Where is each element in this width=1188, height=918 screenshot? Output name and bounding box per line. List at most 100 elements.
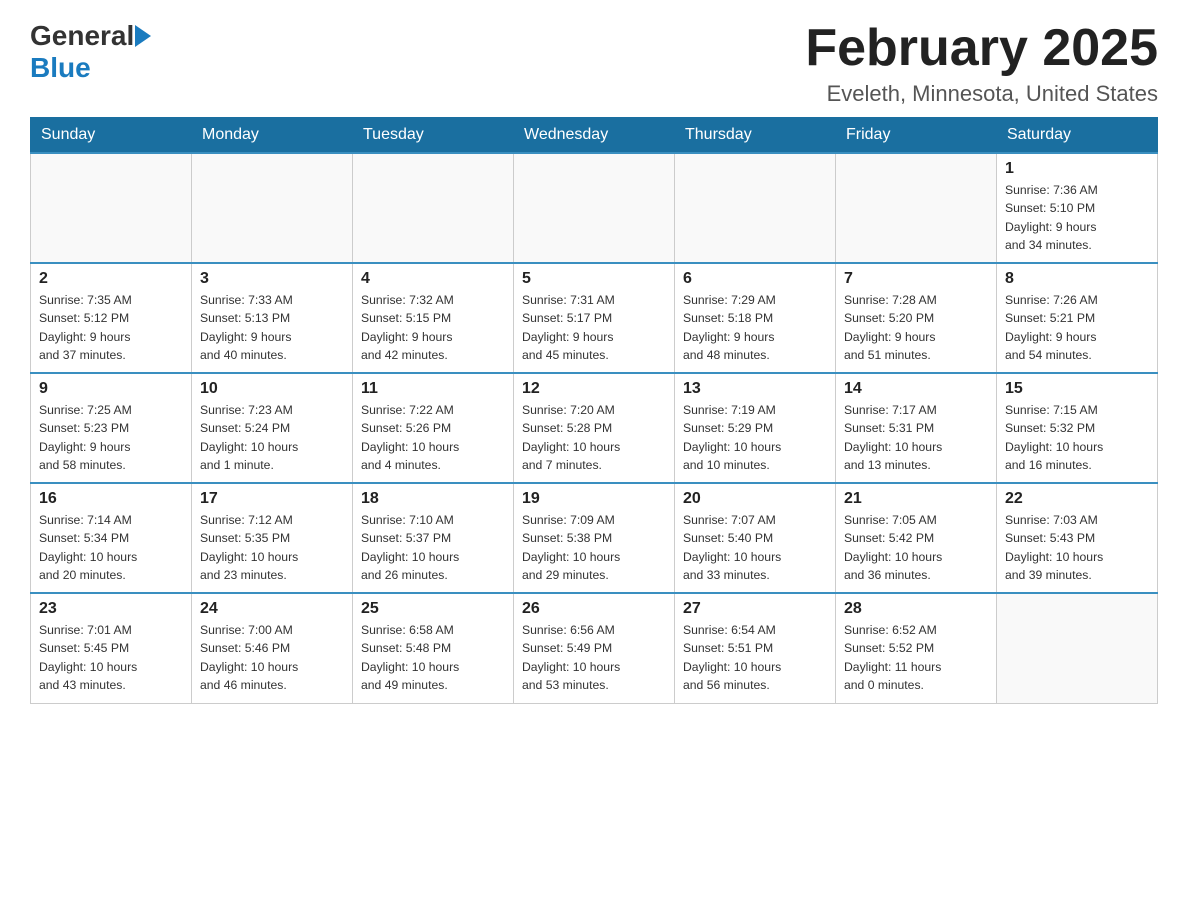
day-number: 12 [522,380,666,398]
day-info: Sunrise: 7:01 AMSunset: 5:45 PMDaylight:… [39,621,183,694]
day-info: Sunrise: 7:07 AMSunset: 5:40 PMDaylight:… [683,511,827,584]
day-info: Sunrise: 7:10 AMSunset: 5:37 PMDaylight:… [361,511,505,584]
day-info: Sunrise: 6:54 AMSunset: 5:51 PMDaylight:… [683,621,827,694]
day-info: Sunrise: 7:35 AMSunset: 5:12 PMDaylight:… [39,291,183,364]
calendar-cell: 15 Sunrise: 7:15 AMSunset: 5:32 PMDayligh… [997,373,1158,483]
calendar-cell: 16 Sunrise: 7:14 AMSunset: 5:34 PMDayligh… [31,483,192,593]
day-number: 24 [200,600,344,618]
weekday-header-monday: Monday [192,118,353,154]
calendar-cell: 28 Sunrise: 6:52 AMSunset: 5:52 PMDayligh… [836,593,997,703]
day-number: 11 [361,380,505,398]
logo-general-text: General [30,20,134,52]
day-info: Sunrise: 7:28 AMSunset: 5:20 PMDaylight:… [844,291,988,364]
day-info: Sunrise: 6:58 AMSunset: 5:48 PMDaylight:… [361,621,505,694]
weekday-header-friday: Friday [836,118,997,154]
calendar-cell [31,153,192,263]
calendar-cell: 14 Sunrise: 7:17 AMSunset: 5:31 PMDayligh… [836,373,997,483]
day-number: 1 [1005,160,1149,178]
logo-blue-text: Blue [30,52,91,83]
calendar-cell [353,153,514,263]
day-number: 16 [39,490,183,508]
day-number: 17 [200,490,344,508]
calendar-cell: 27 Sunrise: 6:54 AMSunset: 5:51 PMDayligh… [675,593,836,703]
day-number: 22 [1005,490,1149,508]
day-info: Sunrise: 7:25 AMSunset: 5:23 PMDaylight:… [39,401,183,474]
calendar-cell: 13 Sunrise: 7:19 AMSunset: 5:29 PMDayligh… [675,373,836,483]
calendar-cell: 2 Sunrise: 7:35 AMSunset: 5:12 PMDaylight… [31,263,192,373]
day-number: 13 [683,380,827,398]
day-info: Sunrise: 7:29 AMSunset: 5:18 PMDaylight:… [683,291,827,364]
day-number: 25 [361,600,505,618]
calendar-cell: 24 Sunrise: 7:00 AMSunset: 5:46 PMDayligh… [192,593,353,703]
day-info: Sunrise: 7:20 AMSunset: 5:28 PMDaylight:… [522,401,666,474]
calendar-cell: 4 Sunrise: 7:32 AMSunset: 5:15 PMDaylight… [353,263,514,373]
calendar-week-row: 16 Sunrise: 7:14 AMSunset: 5:34 PMDayligh… [31,483,1158,593]
day-number: 20 [683,490,827,508]
day-info: Sunrise: 7:15 AMSunset: 5:32 PMDaylight:… [1005,401,1149,474]
day-info: Sunrise: 7:12 AMSunset: 5:35 PMDaylight:… [200,511,344,584]
page-title: February 2025 [805,20,1158,77]
calendar-cell: 19 Sunrise: 7:09 AMSunset: 5:38 PMDayligh… [514,483,675,593]
day-number: 6 [683,270,827,288]
logo-arrow-icon [135,25,151,47]
calendar-cell [192,153,353,263]
day-number: 4 [361,270,505,288]
day-number: 15 [1005,380,1149,398]
weekday-header-row: SundayMondayTuesdayWednesdayThursdayFrid… [31,118,1158,154]
day-info: Sunrise: 7:19 AMSunset: 5:29 PMDaylight:… [683,401,827,474]
day-number: 7 [844,270,988,288]
calendar-cell: 1 Sunrise: 7:36 AMSunset: 5:10 PMDaylight… [997,153,1158,263]
day-info: Sunrise: 7:26 AMSunset: 5:21 PMDaylight:… [1005,291,1149,364]
day-info: Sunrise: 7:22 AMSunset: 5:26 PMDaylight:… [361,401,505,474]
calendar-week-row: 23Sunrise: 7:01 AMSunset: 5:45 PMDayligh… [31,593,1158,703]
calendar-cell [675,153,836,263]
calendar-cell: 12 Sunrise: 7:20 AMSunset: 5:28 PMDayligh… [514,373,675,483]
weekday-header-tuesday: Tuesday [353,118,514,154]
day-info: Sunrise: 7:05 AMSunset: 5:42 PMDaylight:… [844,511,988,584]
day-number: 2 [39,270,183,288]
calendar-cell: 11 Sunrise: 7:22 AMSunset: 5:26 PMDayligh… [353,373,514,483]
calendar-cell [514,153,675,263]
calendar-cell: 23Sunrise: 7:01 AMSunset: 5:45 PMDayligh… [31,593,192,703]
calendar-cell: 6 Sunrise: 7:29 AMSunset: 5:18 PMDaylight… [675,263,836,373]
day-info: Sunrise: 6:56 AMSunset: 5:49 PMDaylight:… [522,621,666,694]
calendar-cell: 20 Sunrise: 7:07 AMSunset: 5:40 PMDayligh… [675,483,836,593]
day-number: 14 [844,380,988,398]
calendar-cell: 25 Sunrise: 6:58 AMSunset: 5:48 PMDayligh… [353,593,514,703]
calendar-week-row: 2 Sunrise: 7:35 AMSunset: 5:12 PMDaylight… [31,263,1158,373]
day-info: Sunrise: 7:36 AMSunset: 5:10 PMDaylight:… [1005,181,1149,254]
day-number: 28 [844,600,988,618]
day-number: 3 [200,270,344,288]
page-header: General Blue February 2025 Eveleth, Minn… [30,20,1158,107]
day-number: 5 [522,270,666,288]
weekday-header-wednesday: Wednesday [514,118,675,154]
day-info: Sunrise: 7:23 AMSunset: 5:24 PMDaylight:… [200,401,344,474]
day-number: 21 [844,490,988,508]
calendar-cell: 8Sunrise: 7:26 AMSunset: 5:21 PMDaylight… [997,263,1158,373]
calendar-table: SundayMondayTuesdayWednesdayThursdayFrid… [30,117,1158,704]
logo: General Blue [30,20,151,84]
day-info: Sunrise: 6:52 AMSunset: 5:52 PMDaylight:… [844,621,988,694]
day-info: Sunrise: 7:00 AMSunset: 5:46 PMDaylight:… [200,621,344,694]
day-info: Sunrise: 7:32 AMSunset: 5:15 PMDaylight:… [361,291,505,364]
calendar-cell: 21 Sunrise: 7:05 AMSunset: 5:42 PMDayligh… [836,483,997,593]
page-subtitle: Eveleth, Minnesota, United States [805,81,1158,107]
title-block: February 2025 Eveleth, Minnesota, United… [805,20,1158,107]
calendar-cell: 18 Sunrise: 7:10 AMSunset: 5:37 PMDayligh… [353,483,514,593]
day-number: 18 [361,490,505,508]
day-info: Sunrise: 7:09 AMSunset: 5:38 PMDaylight:… [522,511,666,584]
calendar-cell: 5 Sunrise: 7:31 AMSunset: 5:17 PMDaylight… [514,263,675,373]
calendar-cell: 10 Sunrise: 7:23 AMSunset: 5:24 PMDayligh… [192,373,353,483]
calendar-week-row: 1 Sunrise: 7:36 AMSunset: 5:10 PMDaylight… [31,153,1158,263]
calendar-cell: 26Sunrise: 6:56 AMSunset: 5:49 PMDayligh… [514,593,675,703]
day-info: Sunrise: 7:31 AMSunset: 5:17 PMDaylight:… [522,291,666,364]
day-info: Sunrise: 7:03 AMSunset: 5:43 PMDaylight:… [1005,511,1149,584]
day-number: 10 [200,380,344,398]
day-info: Sunrise: 7:14 AMSunset: 5:34 PMDaylight:… [39,511,183,584]
day-number: 19 [522,490,666,508]
day-info: Sunrise: 7:17 AMSunset: 5:31 PMDaylight:… [844,401,988,474]
day-number: 27 [683,600,827,618]
calendar-cell: 17 Sunrise: 7:12 AMSunset: 5:35 PMDayligh… [192,483,353,593]
weekday-header-sunday: Sunday [31,118,192,154]
calendar-cell: 9Sunrise: 7:25 AMSunset: 5:23 PMDaylight… [31,373,192,483]
